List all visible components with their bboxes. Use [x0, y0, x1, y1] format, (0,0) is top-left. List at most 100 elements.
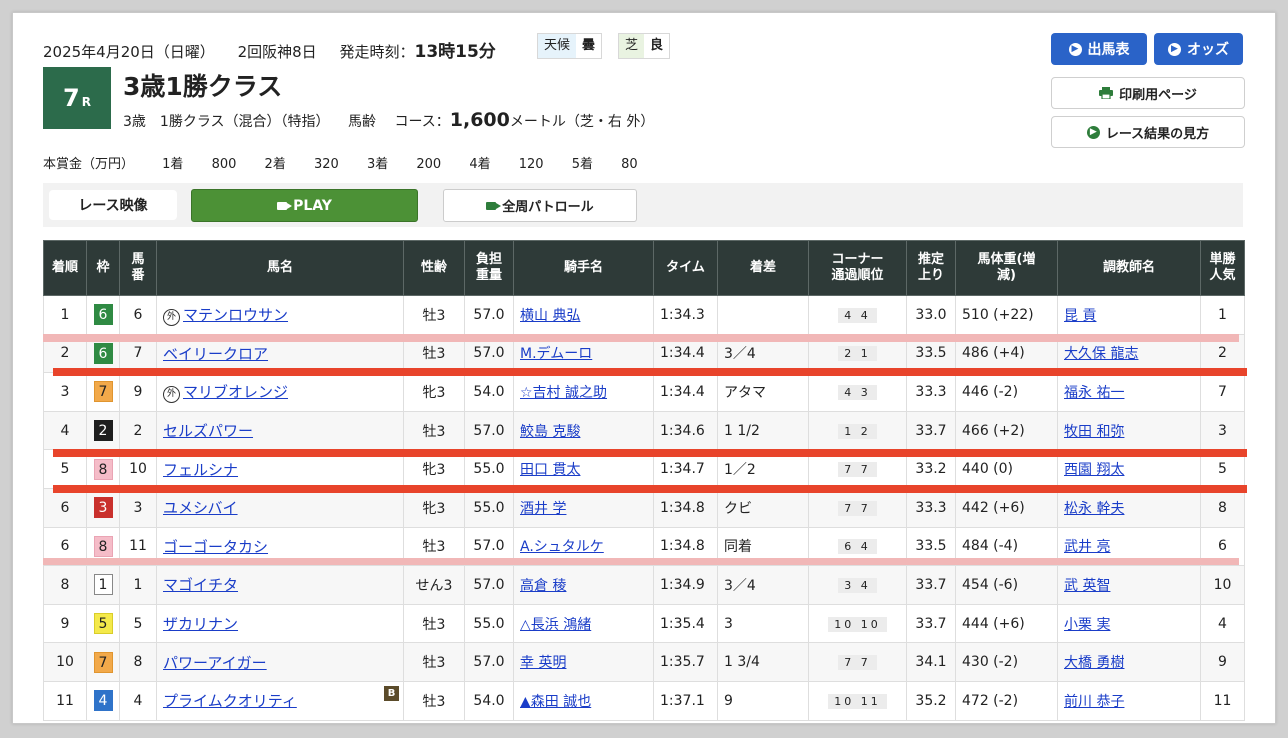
trainer-link[interactable]: 大橋 勇樹	[1064, 655, 1124, 671]
last-3f: 33.0	[906, 295, 956, 335]
jockey-link[interactable]: 幸 英明	[520, 655, 566, 671]
table-header-row: 着順 枠 馬番 馬名 性齢 負担重量 騎手名 タイム 着差 コーナー通過順位 推…	[43, 240, 1245, 296]
finish-time: 1:34.3	[653, 295, 718, 335]
entries-button-label: 出馬表	[1087, 42, 1130, 58]
prize-item: 320	[313, 157, 339, 172]
trainer-link[interactable]: 松永 幹夫	[1064, 501, 1124, 517]
jockey-link[interactable]: ▲森田 誠也	[520, 694, 591, 710]
margin: 9	[717, 680, 809, 721]
horse-number: 3	[119, 487, 157, 528]
jockey-cell: ▲森田 誠也	[513, 680, 654, 721]
corner-positions: 4 3	[838, 384, 877, 400]
popularity: 8	[1200, 487, 1245, 528]
waku-badge: 2	[93, 420, 113, 442]
jockey-link[interactable]: 鮫島 克駿	[520, 424, 580, 440]
finish-time: 1:34.9	[653, 565, 718, 605]
video-camera-icon	[486, 201, 502, 210]
table-row: 6 3 3 ユメシバイ 牝3 55.0 酒井 学 1:34.8 クビ 7 7 33.3 442 (+6…	[43, 487, 1245, 528]
horse-name-link[interactable]: プライムクオリティ	[163, 692, 297, 710]
horse-name-link[interactable]: マゴイチタ	[163, 576, 238, 594]
trainer-link[interactable]: 牧田 和弥	[1064, 424, 1124, 440]
video-camera-icon	[277, 201, 293, 210]
trainer-link[interactable]: 武 英智	[1064, 578, 1110, 594]
carried-weight: 55.0	[464, 487, 514, 528]
sex-age: 牡3	[403, 642, 465, 682]
horse-name-cell: 外マリブオレンジ	[156, 372, 404, 412]
margin: 1 3/4	[717, 642, 809, 682]
corner-cell: 3 4	[808, 565, 907, 605]
horse-name-link[interactable]: ザカリナン	[163, 615, 238, 633]
jockey-link[interactable]: ☆吉村 誠之助	[520, 385, 607, 401]
margin: 1 1/2	[717, 410, 809, 451]
horse-name-link[interactable]: フェルシナ	[163, 461, 238, 479]
horse-name-link[interactable]: パワーアイガー	[163, 654, 267, 672]
horse-name-link[interactable]: マテンロウサン	[183, 306, 288, 324]
jockey-link[interactable]: △長浜 鴻緒	[520, 617, 591, 633]
horse-name-link[interactable]: ユメシバイ	[163, 499, 238, 517]
horse-number: 2	[119, 410, 157, 451]
trainer-link[interactable]: 武井 亮	[1064, 539, 1110, 555]
jockey-link[interactable]: M.デムーロ	[520, 346, 592, 362]
odds-button[interactable]: ▶ オッズ	[1154, 33, 1243, 65]
jockey-link[interactable]: 田口 貫太	[520, 462, 580, 478]
trainer-link[interactable]: 西園 翔太	[1064, 462, 1124, 478]
sex-age: 牝3	[403, 372, 465, 412]
patrol-label: 全周パトロール	[502, 200, 594, 215]
waku-badge: 6	[93, 342, 113, 364]
last-3f: 33.7	[906, 410, 956, 451]
trainer-link[interactable]: 福永 祐一	[1064, 385, 1124, 401]
horse-number: 5	[119, 603, 157, 644]
race-conditions: 3歳 1勝クラス（混合）（特指） 馬齢 コース：1,600メートル（芝・右 外）	[123, 109, 654, 131]
waku-cell: 1	[86, 565, 120, 605]
jockey-link[interactable]: A.シュタルケ	[520, 539, 604, 555]
blinker-icon: B	[384, 685, 399, 701]
trainer-link[interactable]: 前川 恭子	[1064, 694, 1124, 710]
corner-cell: 7 7	[808, 642, 907, 682]
col-header: 調教師名	[1057, 240, 1201, 296]
body-weight: 430 (-2)	[955, 642, 1058, 682]
trainer-link[interactable]: 昆 貢	[1064, 308, 1096, 324]
trainer-link[interactable]: 大久保 龍志	[1064, 346, 1138, 362]
jockey-link[interactable]: 酒井 学	[520, 501, 566, 517]
play-label: PLAY	[293, 197, 332, 214]
finish-position: 10	[43, 642, 87, 682]
prize-label: 本賞金（万円）	[43, 157, 135, 172]
carried-weight: 57.0	[464, 565, 514, 605]
popularity: 7	[1200, 372, 1245, 412]
waku-cell: 5	[86, 603, 120, 644]
play-video-button[interactable]: PLAY	[191, 189, 418, 222]
horse-name-cell: ザカリナン	[156, 603, 404, 644]
race-title: 3歳1勝クラス	[123, 72, 283, 101]
finish-time: 1:37.1	[653, 680, 718, 721]
carried-weight: 54.0	[464, 680, 514, 721]
prize-item: 120	[518, 157, 544, 172]
last-3f: 33.3	[906, 487, 956, 528]
horse-name-link[interactable]: セルズパワー	[163, 422, 253, 440]
horse-name-link[interactable]: ゴーゴータカシ	[163, 538, 268, 556]
trainer-link[interactable]: 小栗 実	[1064, 617, 1110, 633]
start-time-label: 発走時刻：	[339, 43, 415, 61]
patrol-video-button[interactable]: 全周パトロール	[443, 189, 637, 222]
finish-time: 1:34.8	[653, 487, 718, 528]
finish-position: 3	[43, 372, 87, 412]
jockey-link[interactable]: 横山 典弘	[520, 308, 580, 324]
highlight-line-red	[53, 368, 1247, 376]
horse-number: 4	[119, 680, 157, 721]
col-header: 負担重量	[464, 240, 514, 296]
horse-number: 1	[119, 565, 157, 605]
result-guide-button[interactable]: ▶ レース結果の見方	[1051, 116, 1245, 148]
finish-time: 1:35.7	[653, 642, 718, 682]
horse-name-link[interactable]: ベイリークロア	[163, 345, 268, 363]
jockey-link[interactable]: 高倉 稜	[520, 578, 566, 594]
margin: 3／4	[717, 565, 809, 605]
prize-item: 200	[416, 157, 442, 172]
waku-badge: 6	[93, 304, 113, 326]
print-page-button[interactable]: 印刷用ページ	[1051, 77, 1245, 109]
horse-name-cell: 外マテンロウサン	[156, 295, 404, 335]
prize-item: 80	[621, 157, 638, 172]
horse-name-link[interactable]: マリブオレンジ	[183, 383, 288, 401]
prize-item: 4着	[469, 157, 491, 172]
horse-number: 8	[119, 642, 157, 682]
entries-button[interactable]: ▶ 出馬表	[1051, 33, 1147, 65]
weather-badge: 天候 曇	[537, 33, 603, 59]
